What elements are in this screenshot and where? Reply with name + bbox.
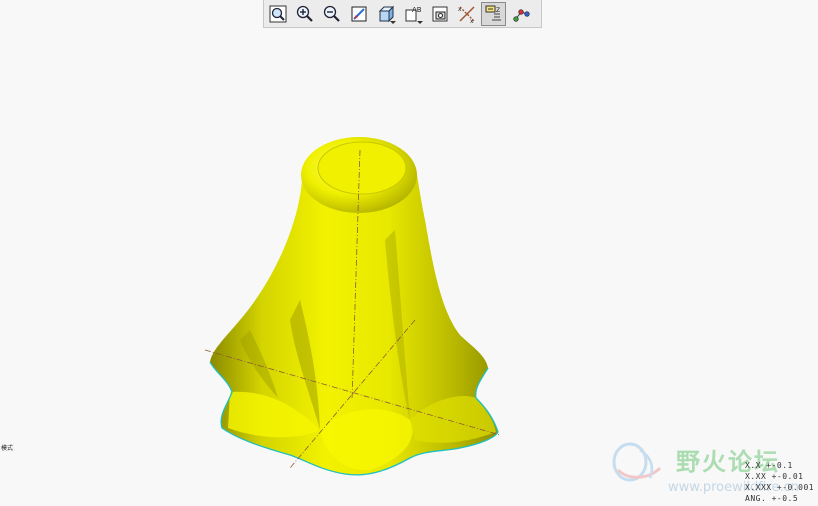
model-viewport[interactable] [0,28,818,506]
refit-button[interactable] [265,2,290,26]
datum-display-button[interactable]: x x [454,2,479,26]
zoom-out-button[interactable] [319,2,344,26]
tolerance-table: X.X +-0.1 X.XX +-0.01 X.XXX +-0.001 ANG.… [745,460,814,504]
annotation-display-icon: Z [485,5,501,20]
display-style-button[interactable] [373,2,398,26]
spin-center-button[interactable] [508,2,533,26]
tolerance-line: X.X +-0.1 [745,461,793,470]
saved-views-button[interactable]: AB [400,2,425,26]
zoom-in-icon [296,5,313,22]
spin-center-icon [512,8,530,22]
svg-text:Z: Z [496,7,500,14]
svg-text:x: x [458,6,462,13]
surface-top-cap [317,141,407,195]
repaint-button[interactable] [346,2,371,26]
repaint-icon [351,6,366,21]
dropdown-arrow-icon [417,20,423,24]
ghost-surface-model[interactable] [209,137,499,476]
refit-icon [269,5,286,22]
datum-display-icon: x x [458,6,474,24]
annotation-display-button[interactable]: Z [481,1,506,26]
mode-label: 模式 [1,445,14,452]
view-manager-icon [432,6,447,21]
tolerance-line: X.XXX +-0.001 [745,483,815,492]
watermark-logo [612,442,662,482]
svg-text:x: x [470,18,474,24]
tolerance-line: ANG. +-0.5 [745,494,799,503]
view-manager-button[interactable] [427,2,452,26]
zoom-out-icon [323,5,340,22]
zoom-in-button[interactable] [292,2,317,26]
tolerance-line: X.XX +-0.01 [745,472,804,481]
view-toolbar: AB x x Z [263,0,542,28]
svg-text:AB: AB [412,6,422,14]
dropdown-arrow-icon [390,20,396,24]
